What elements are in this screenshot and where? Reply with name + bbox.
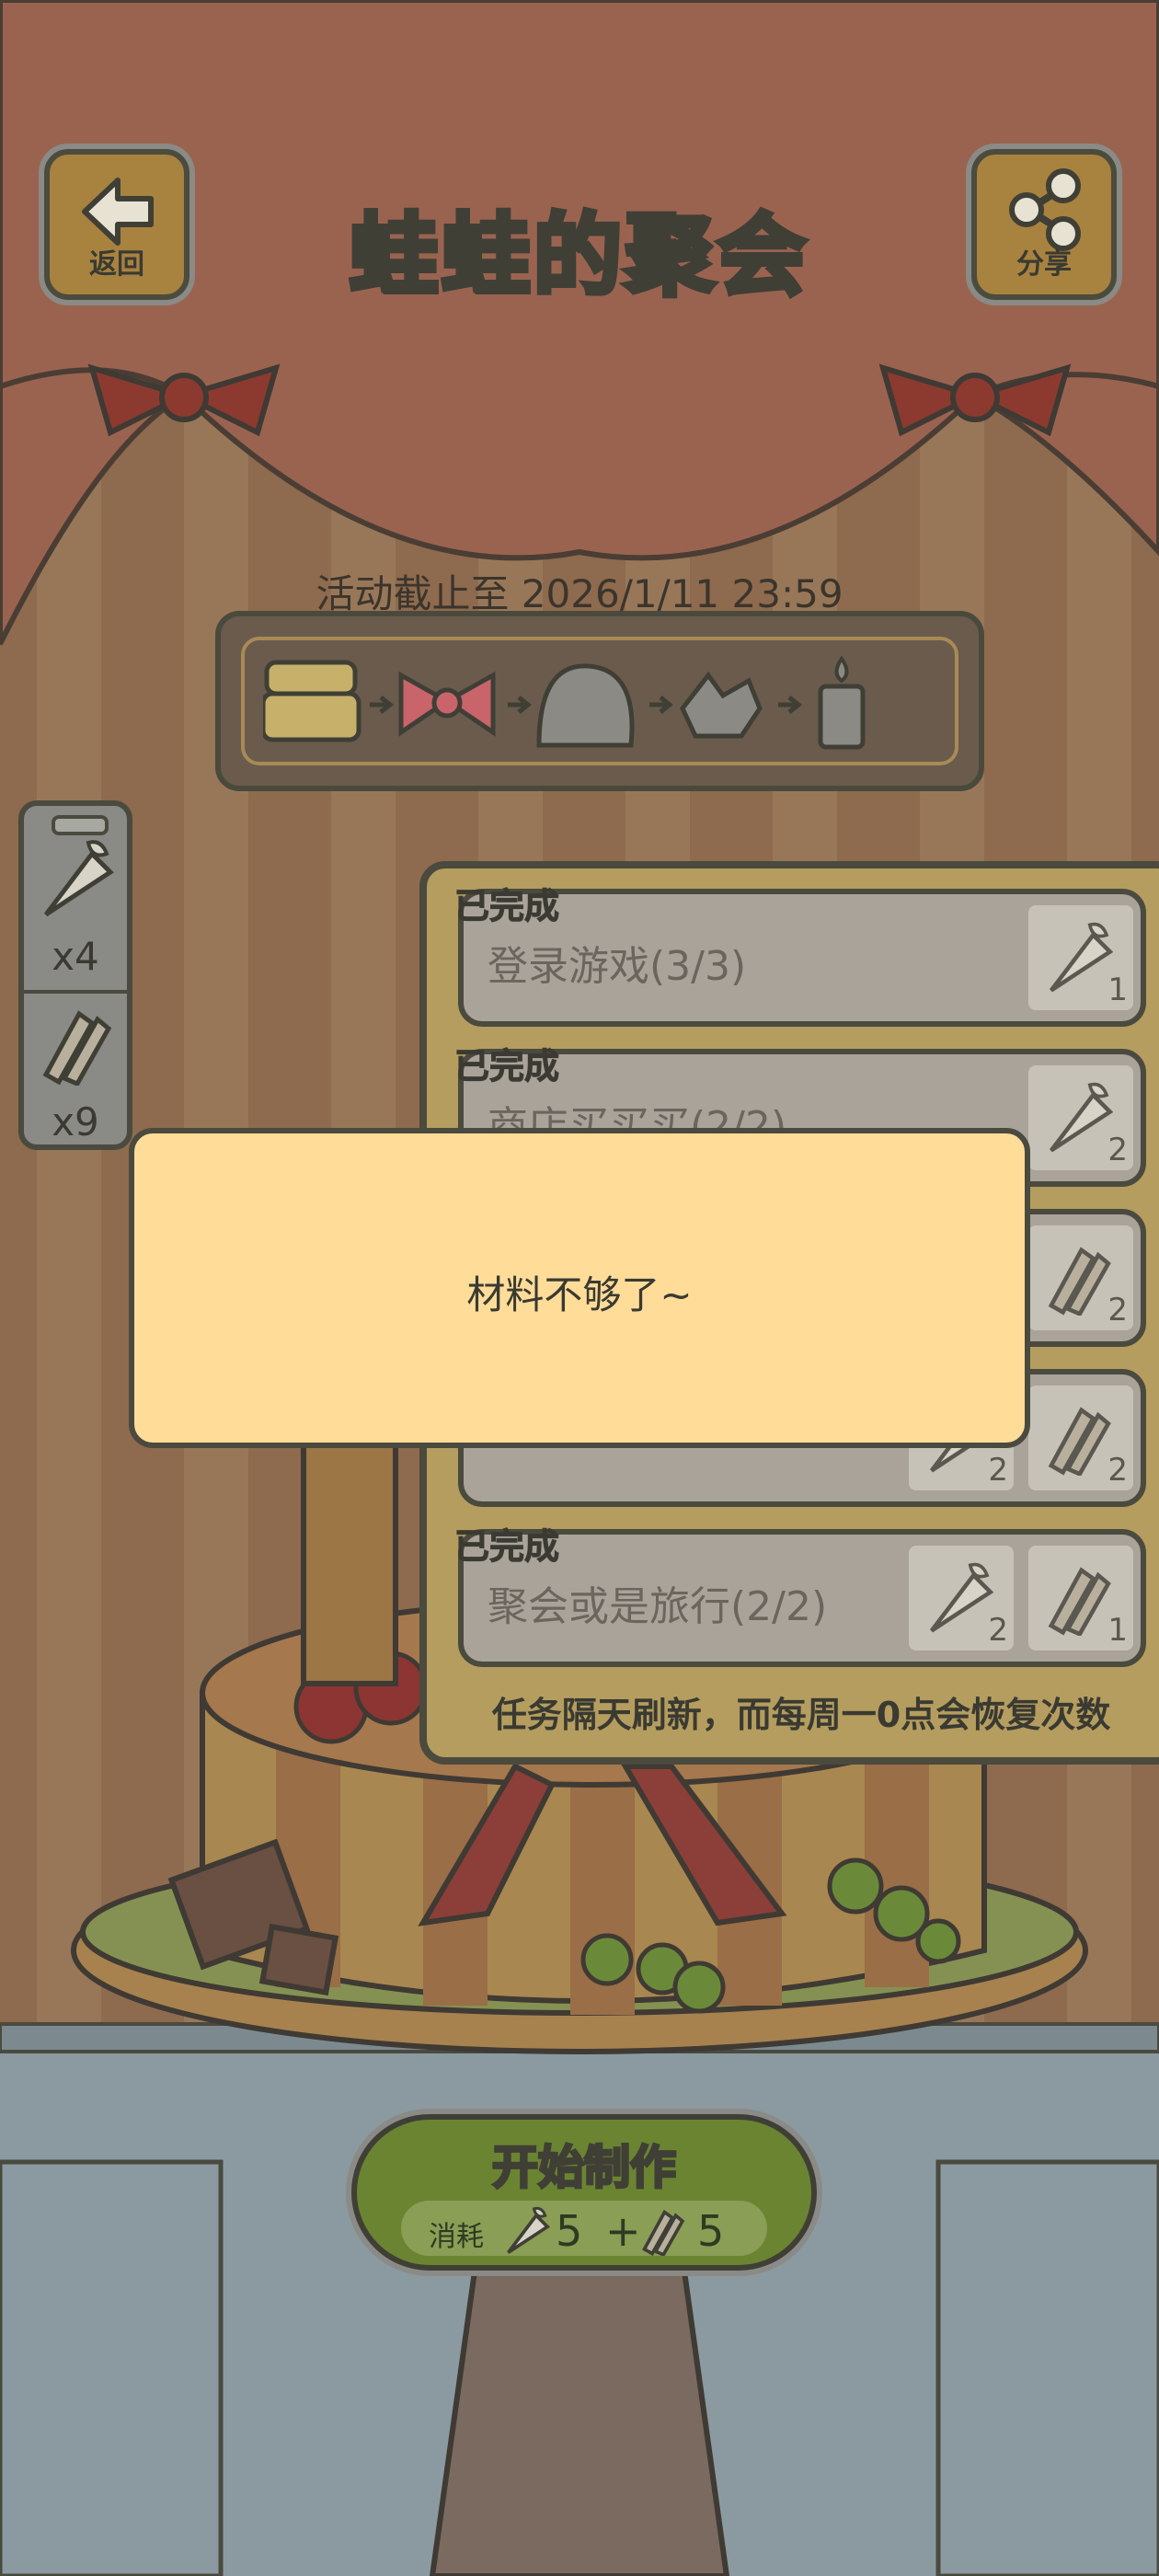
- task-status: 已完成: [453, 1046, 560, 1087]
- candle-icon: [818, 655, 866, 750]
- recipe-progress-bar: [215, 611, 984, 791]
- carrot-bundle-icon: [1048, 1247, 1111, 1316]
- share-button[interactable]: 分享: [971, 149, 1117, 300]
- inventory-panel: x4 x9: [18, 800, 132, 1150]
- reward-slot: 2: [909, 1546, 1014, 1650]
- fruit-icon: [680, 671, 763, 739]
- reward-slot: 2: [1028, 1225, 1133, 1330]
- task-name: 聚会或是旅行(2/2): [488, 1583, 828, 1630]
- toast-popup[interactable]: 材料不够了~: [129, 1128, 1030, 1448]
- cake-base-icon: [263, 660, 361, 742]
- piping-bag-icon: [1049, 1082, 1114, 1153]
- carrot-bundle-icon: [1048, 1407, 1111, 1476]
- cost-amount-b: 5: [697, 2206, 725, 2256]
- piping-bag-icon: [507, 2206, 551, 2254]
- piping-bag-icon: [929, 1562, 994, 1633]
- cost-plus: +: [605, 2206, 641, 2256]
- share-icon: [1009, 168, 1081, 251]
- carrot-bundle-icon: [642, 2209, 685, 2256]
- reward-slot: 1: [1028, 1546, 1133, 1650]
- inventory-item-piping-bag[interactable]: x4: [31, 828, 120, 984]
- reward-slot: 2: [1028, 1065, 1133, 1170]
- piping-bag-icon: [44, 840, 114, 917]
- task-item[interactable]: 已完成 登录游戏(3/3) 1: [453, 886, 1146, 1027]
- piping-bag-icon: [1049, 922, 1114, 993]
- reward-slot: 2: [1028, 1386, 1133, 1490]
- reward-slot: 1: [1028, 905, 1133, 1010]
- cream-icon: [536, 663, 635, 748]
- page-title: 蛙蛙的聚会: [347, 201, 809, 310]
- cost-prefix: 消耗: [429, 2221, 484, 2253]
- task-name: 登录游戏(3/3): [488, 943, 747, 990]
- cost-bar: 消耗 5 + 5: [401, 2201, 767, 2256]
- toast-message: 材料不够了~: [466, 1272, 693, 1317]
- back-label: 返回: [89, 248, 144, 281]
- start-making-button[interactable]: 开始制作 消耗 5 + 5: [351, 2114, 817, 2271]
- back-button[interactable]: 返回: [44, 149, 189, 300]
- cost-amount-a: 5: [556, 2206, 583, 2256]
- task-item[interactable]: 已完成 聚会或是旅行(2/2) 2 1: [453, 1526, 1146, 1667]
- task-status: 已完成: [453, 1526, 560, 1568]
- start-making-label: 开始制作: [491, 2140, 678, 2196]
- inventory-item-carrot-bundle[interactable]: x9: [31, 994, 120, 1150]
- task-refresh-note: 任务隔天刷新，而每周一0点会恢复次数: [491, 1695, 1111, 1735]
- carrot-bundle-icon: [42, 1010, 112, 1086]
- ribbon-bow-icon: [398, 671, 496, 737]
- task-status: 已完成: [453, 886, 560, 927]
- carrot-bundle-icon: [1048, 1567, 1111, 1636]
- share-label: 分享: [1016, 248, 1072, 281]
